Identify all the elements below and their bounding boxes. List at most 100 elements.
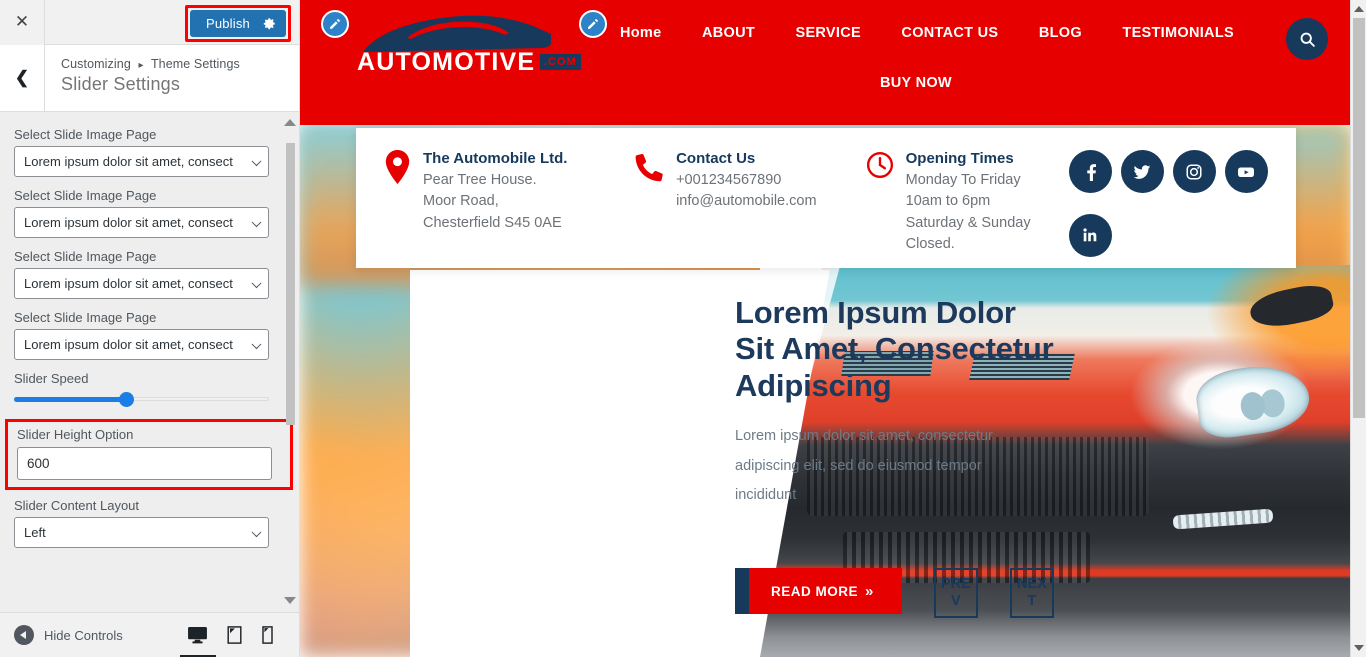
control-label: Slider Content Layout [14,498,140,513]
customizer-topbar: ✕ Publish [0,0,299,45]
nav-item-buy-now[interactable]: BUY NOW [880,75,952,91]
tablet-icon[interactable] [227,626,242,644]
gear-icon[interactable] [263,17,286,30]
primary-navigation: Home ABOUT SERVICE CONTACT US BLOG TESTI… [620,24,1280,92]
chevron-left-icon[interactable]: ❮ [0,45,45,111]
scrollbar-down-arrow-icon[interactable] [1354,645,1364,651]
slider-text-block: Lorem Ipsum Dolor Sit Amet, Consectetur … [735,295,1055,511]
control-select-slide-image-page-1: Select Slide Image Page Lorem ipsum dolo… [14,127,285,177]
slider-next-button[interactable]: NEXT [1009,568,1054,618]
publish-button[interactable]: Publish [189,10,286,37]
facebook-icon[interactable] [1068,150,1112,193]
search-icon[interactable] [1286,18,1328,60]
select-value: Lorem ipsum dolor sit amet, consect [24,337,233,352]
info-hours-line-1: Monday To Friday [905,172,1021,188]
desktop-icon[interactable] [188,626,207,644]
nav-item-service[interactable]: SERVICE [795,25,861,41]
info-hours-line-3: Saturday & Sunday [905,214,1031,231]
info-contact-block: Contact Us +001234567890 info@automobile… [634,150,866,268]
breadcrumb-root[interactable]: Customizing [61,57,131,71]
hide-controls-button[interactable]: Hide Controls [14,625,123,645]
nav-item-about[interactable]: ABOUT [702,25,755,41]
info-address-line-2: Moor Road, [423,193,499,210]
chevron-down-icon [251,338,262,349]
select-value: Lorem ipsum dolor sit amet, consect [24,154,233,169]
clock-icon [866,150,894,268]
nav-item-blog[interactable]: BLOG [1039,25,1082,41]
double-chevron-right-icon: » [865,582,874,600]
chevron-down-icon [251,277,262,288]
range-thumb[interactable] [119,391,135,407]
info-address-line-3: Chesterfield S45 0AE [423,214,562,231]
publish-highlight-box: Publish [184,5,291,42]
youtube-icon[interactable] [1224,150,1268,193]
collapse-arrow-icon [14,625,34,645]
instagram-icon[interactable] [1172,150,1216,193]
customizer-controls-area: Select Slide Image Page Lorem ipsum dolo… [0,113,299,612]
mobile-icon[interactable] [262,626,273,644]
control-label: Slider Speed [14,371,89,386]
select-slide-image-page-3[interactable]: Lorem ipsum dolor sit amet, consect [14,268,269,299]
linkedin-icon[interactable] [1068,213,1112,257]
read-more-label: READ MORE [771,583,859,599]
customizer-titles: Customizing ▸ Theme Settings Slider Sett… [45,45,240,111]
select-slide-image-page-4[interactable]: Lorem ipsum dolor sit amet, consect [14,329,269,360]
slider-content-layout-select[interactable]: Left [14,517,269,548]
scroll-down-arrow-icon[interactable] [284,597,296,604]
control-label: Slider Height Option [17,427,134,442]
site-logo[interactable]: AUTOMOTIVE .COM [355,8,581,76]
slider-height-input[interactable] [17,447,272,480]
chevron-down-icon [251,155,262,166]
social-links [1068,150,1268,268]
edit-pencil-icon[interactable] [321,10,349,38]
map-pin-icon [384,150,411,268]
site-canvas: AUTOMOTIVE .COM Home ABOUT SERVICE CONTA… [300,0,1350,657]
slider-height-highlight-box: Slider Height Option [5,419,293,490]
slider-speed-range[interactable] [14,390,269,408]
edit-pencil-icon[interactable] [579,10,607,38]
scrollbar-up-arrow-icon[interactable] [1354,6,1364,12]
close-icon[interactable]: ✕ [0,0,45,45]
slider-actions: READ MORE » PREV NEXT [735,568,1054,618]
select-value: Left [24,525,46,540]
logo-suffix: .COM [540,54,581,70]
info-contact-text: Contact Us +001234567890 info@automobile… [676,150,816,268]
nav-row-1: Home ABOUT SERVICE CONTACT US BLOG TESTI… [620,24,1280,42]
breadcrumb-parent[interactable]: Theme Settings [151,57,240,71]
slider-prev-button[interactable]: PREV [933,568,978,618]
customizer-footer: Hide Controls [0,612,299,657]
slider-heading: Lorem Ipsum Dolor Sit Amet, Consectetur … [735,295,1054,403]
device-preview-buttons [188,626,285,644]
hide-controls-label: Hide Controls [44,627,123,643]
nav-item-home[interactable]: Home [620,25,662,41]
info-address-block: The Automobile Ltd. Pear Tree House. Moo… [384,150,634,268]
customizer-scrollbar-thumb[interactable] [286,143,295,425]
info-address-text: The Automobile Ltd. Pear Tree House. Moo… [423,150,567,268]
range-fill [14,396,127,402]
contact-info-card: The Automobile Ltd. Pear Tree House. Moo… [356,128,1296,268]
info-hours-block: Opening Times Monday To Friday 10am to 6… [866,150,1051,268]
info-contact-phone[interactable]: +001234567890 [676,170,816,191]
nav-item-contact-us[interactable]: CONTACT US [901,25,998,41]
chevron-down-icon [251,216,262,227]
nav-item-testimonials[interactable]: TESTIMONIALS [1122,25,1234,41]
info-hours-title: Opening Times [905,150,1014,167]
control-label: Select Slide Image Page [14,249,157,264]
select-value: Lorem ipsum dolor sit amet, consect [24,215,233,230]
control-label: Select Slide Image Page [14,127,157,142]
scrollbar-thumb[interactable] [1353,18,1365,418]
info-address-line-1: Pear Tree House. [423,172,537,188]
browser-scrollbar[interactable] [1350,0,1366,657]
scroll-up-arrow-icon[interactable] [284,119,296,126]
control-label: Select Slide Image Page [14,310,157,325]
chevron-down-icon [251,526,262,537]
read-more-button[interactable]: READ MORE » [735,568,902,614]
select-slide-image-page-1[interactable]: Lorem ipsum dolor sit amet, consect [14,146,269,177]
phone-icon [634,150,664,268]
select-slide-image-page-2[interactable]: Lorem ipsum dolor sit amet, consect [14,207,269,238]
info-contact-email[interactable]: info@automobile.com [676,191,816,212]
twitter-icon[interactable] [1120,150,1164,193]
control-select-slide-image-page-2: Select Slide Image Page Lorem ipsum dolo… [14,188,285,238]
breadcrumb-separator: ▸ [138,60,144,71]
logo-wordmark: AUTOMOTIVE [357,48,536,76]
